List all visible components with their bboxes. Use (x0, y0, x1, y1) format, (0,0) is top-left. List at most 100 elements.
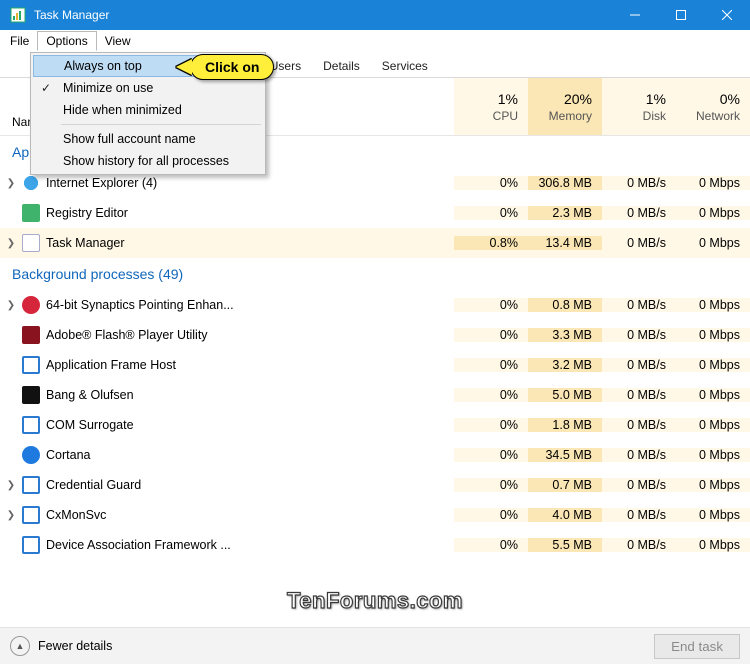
chevron-up-icon: ▲ (10, 636, 30, 656)
process-name: Device Association Framework ... (46, 538, 454, 552)
process-grid[interactable]: Apps (3)❯Internet Explorer (4)0%306.8 MB… (0, 136, 750, 628)
mem-cell: 13.4 MB (528, 236, 602, 250)
net-cell: 0 Mbps (676, 508, 750, 522)
net-cell: 0 Mbps (676, 358, 750, 372)
net-label: Network (676, 109, 740, 123)
process-row[interactable]: Device Association Framework ...0%5.5 MB… (0, 530, 750, 560)
net-cell: 0 Mbps (676, 388, 750, 402)
mem-cell: 2.3 MB (528, 206, 602, 220)
menu-item-label: Show full account name (63, 132, 196, 146)
cpu-cell: 0% (454, 388, 528, 402)
net-cell: 0 Mbps (676, 538, 750, 552)
disk-pct: 1% (602, 91, 666, 107)
menu-file[interactable]: File (2, 32, 37, 50)
mem-cell: 3.2 MB (528, 358, 602, 372)
maximize-button[interactable] (658, 0, 704, 30)
cpu-cell: 0% (454, 418, 528, 432)
process-row[interactable]: ❯CxMonSvc0%4.0 MB0 MB/s0 Mbps (0, 500, 750, 530)
fewer-details-button[interactable]: ▲ Fewer details (10, 636, 112, 656)
process-row[interactable]: ❯Task Manager0.8%13.4 MB0 MB/s0 Mbps (0, 228, 750, 258)
close-button[interactable] (704, 0, 750, 30)
net-cell: 0 Mbps (676, 478, 750, 492)
cpu-cell: 0% (454, 448, 528, 462)
menu-item-label: Always on top (64, 59, 142, 73)
tab-details[interactable]: Details (312, 54, 371, 77)
mem-cell: 4.0 MB (528, 508, 602, 522)
net-cell: 0 Mbps (676, 418, 750, 432)
process-name: Registry Editor (46, 206, 454, 220)
process-icon (22, 174, 40, 192)
col-cpu[interactable]: 1% CPU (454, 78, 528, 135)
process-row[interactable]: Cortana0%34.5 MB0 MB/s0 Mbps (0, 440, 750, 470)
expand-icon[interactable]: ❯ (0, 178, 22, 189)
process-icon (22, 446, 40, 464)
net-pct: 0% (676, 91, 740, 107)
mem-cell: 5.0 MB (528, 388, 602, 402)
callout: Click on (176, 54, 274, 80)
minimize-button[interactable] (612, 0, 658, 30)
col-memory[interactable]: 20% Memory (528, 78, 602, 135)
cpu-cell: 0% (454, 328, 528, 342)
group-header[interactable]: Background processes (49) (0, 258, 750, 290)
disk-cell: 0 MB/s (602, 298, 676, 312)
menu-view[interactable]: View (97, 32, 139, 50)
process-name: Application Frame Host (46, 358, 454, 372)
mem-cell: 5.5 MB (528, 538, 602, 552)
net-cell: 0 Mbps (676, 206, 750, 220)
col-network[interactable]: 0% Network (676, 78, 750, 135)
process-row[interactable]: Registry Editor0%2.3 MB0 MB/s0 Mbps (0, 198, 750, 228)
process-name: COM Surrogate (46, 418, 454, 432)
tab-services[interactable]: Services (371, 54, 439, 77)
mem-cell: 306.8 MB (528, 176, 602, 190)
cpu-cell: 0% (454, 358, 528, 372)
process-icon (22, 506, 40, 524)
mem-pct: 20% (528, 91, 592, 107)
process-icon (22, 296, 40, 314)
cpu-cell: 0% (454, 478, 528, 492)
end-task-button[interactable]: End task (654, 634, 740, 659)
process-icon (22, 476, 40, 494)
process-name: Credential Guard (46, 478, 454, 492)
process-name: Cortana (46, 448, 454, 462)
cpu-cell: 0.8% (454, 236, 528, 250)
expand-icon[interactable]: ❯ (0, 510, 22, 521)
expand-icon[interactable]: ❯ (0, 300, 22, 311)
process-icon (22, 416, 40, 434)
expand-icon[interactable]: ❯ (0, 238, 22, 249)
cpu-pct: 1% (454, 91, 518, 107)
process-row[interactable]: Adobe® Flash® Player Utility0%3.3 MB0 MB… (0, 320, 750, 350)
callout-tail-icon (176, 59, 192, 75)
process-icon (22, 356, 40, 374)
net-cell: 0 Mbps (676, 298, 750, 312)
menu-item[interactable]: Hide when minimized (33, 99, 263, 121)
process-name: 64-bit Synaptics Pointing Enhan... (46, 298, 454, 312)
disk-cell: 0 MB/s (602, 236, 676, 250)
expand-icon[interactable]: ❯ (0, 480, 22, 491)
menu-item[interactable]: Show history for all processes (33, 150, 263, 172)
menubar: File Options View (0, 30, 750, 52)
disk-cell: 0 MB/s (602, 328, 676, 342)
menu-item-label: Minimize on use (63, 81, 153, 95)
mem-cell: 0.7 MB (528, 478, 602, 492)
menu-options[interactable]: Options (37, 31, 96, 51)
process-row[interactable]: Application Frame Host0%3.2 MB0 MB/s0 Mb… (0, 350, 750, 380)
disk-cell: 0 MB/s (602, 478, 676, 492)
net-cell: 0 Mbps (676, 176, 750, 190)
process-row[interactable]: ❯64-bit Synaptics Pointing Enhan...0%0.8… (0, 290, 750, 320)
process-icon (22, 234, 40, 252)
window-title: Task Manager (34, 8, 612, 22)
process-name: Internet Explorer (4) (46, 176, 454, 190)
process-row[interactable]: ❯ Credential Guard0%0.7 MB0 MB/s0 Mbps (0, 470, 750, 500)
process-row[interactable]: COM Surrogate0%1.8 MB0 MB/s0 Mbps (0, 410, 750, 440)
disk-cell: 0 MB/s (602, 538, 676, 552)
menu-separator (61, 124, 261, 125)
menu-item[interactable]: ✓Minimize on use (33, 77, 263, 99)
titlebar: Task Manager (0, 0, 750, 30)
disk-cell: 0 MB/s (602, 176, 676, 190)
menu-item[interactable]: Show full account name (33, 128, 263, 150)
col-disk[interactable]: 1% Disk (602, 78, 676, 135)
mem-cell: 0.8 MB (528, 298, 602, 312)
disk-cell: 0 MB/s (602, 206, 676, 220)
process-row[interactable]: Bang & Olufsen0%5.0 MB0 MB/s0 Mbps (0, 380, 750, 410)
mem-label: Memory (528, 109, 592, 123)
